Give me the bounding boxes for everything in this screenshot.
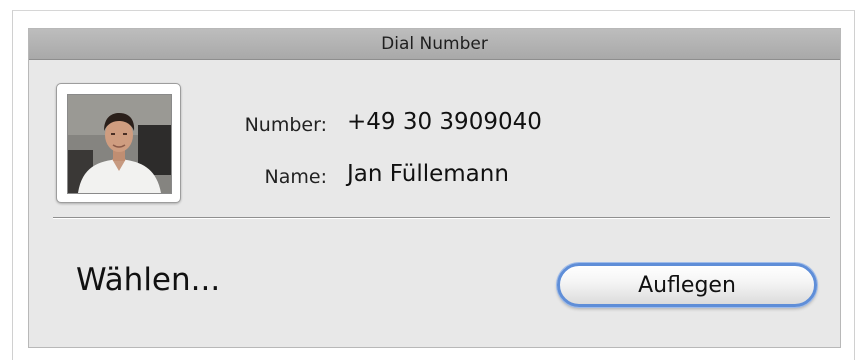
hangup-button[interactable]: Auflegen [557,263,817,307]
contact-photo-image [68,95,171,193]
hangup-button-label: Auflegen [638,272,736,298]
number-value: +49 30 3909040 [347,109,542,135]
dialing-status: Wählen... [76,262,221,298]
contact-avatar-frame [56,83,181,203]
window-title: Dial Number [381,34,488,54]
divider [53,217,830,218]
name-label: Name: [264,166,327,188]
dial-number-dialog: Dial Number Number: +49 30 3909040 Name:… [28,28,841,348]
number-label: Number: [244,114,327,136]
title-bar[interactable]: Dial Number [29,29,840,60]
name-value: Jan Füllemann [347,161,509,187]
contact-photo [67,94,172,194]
